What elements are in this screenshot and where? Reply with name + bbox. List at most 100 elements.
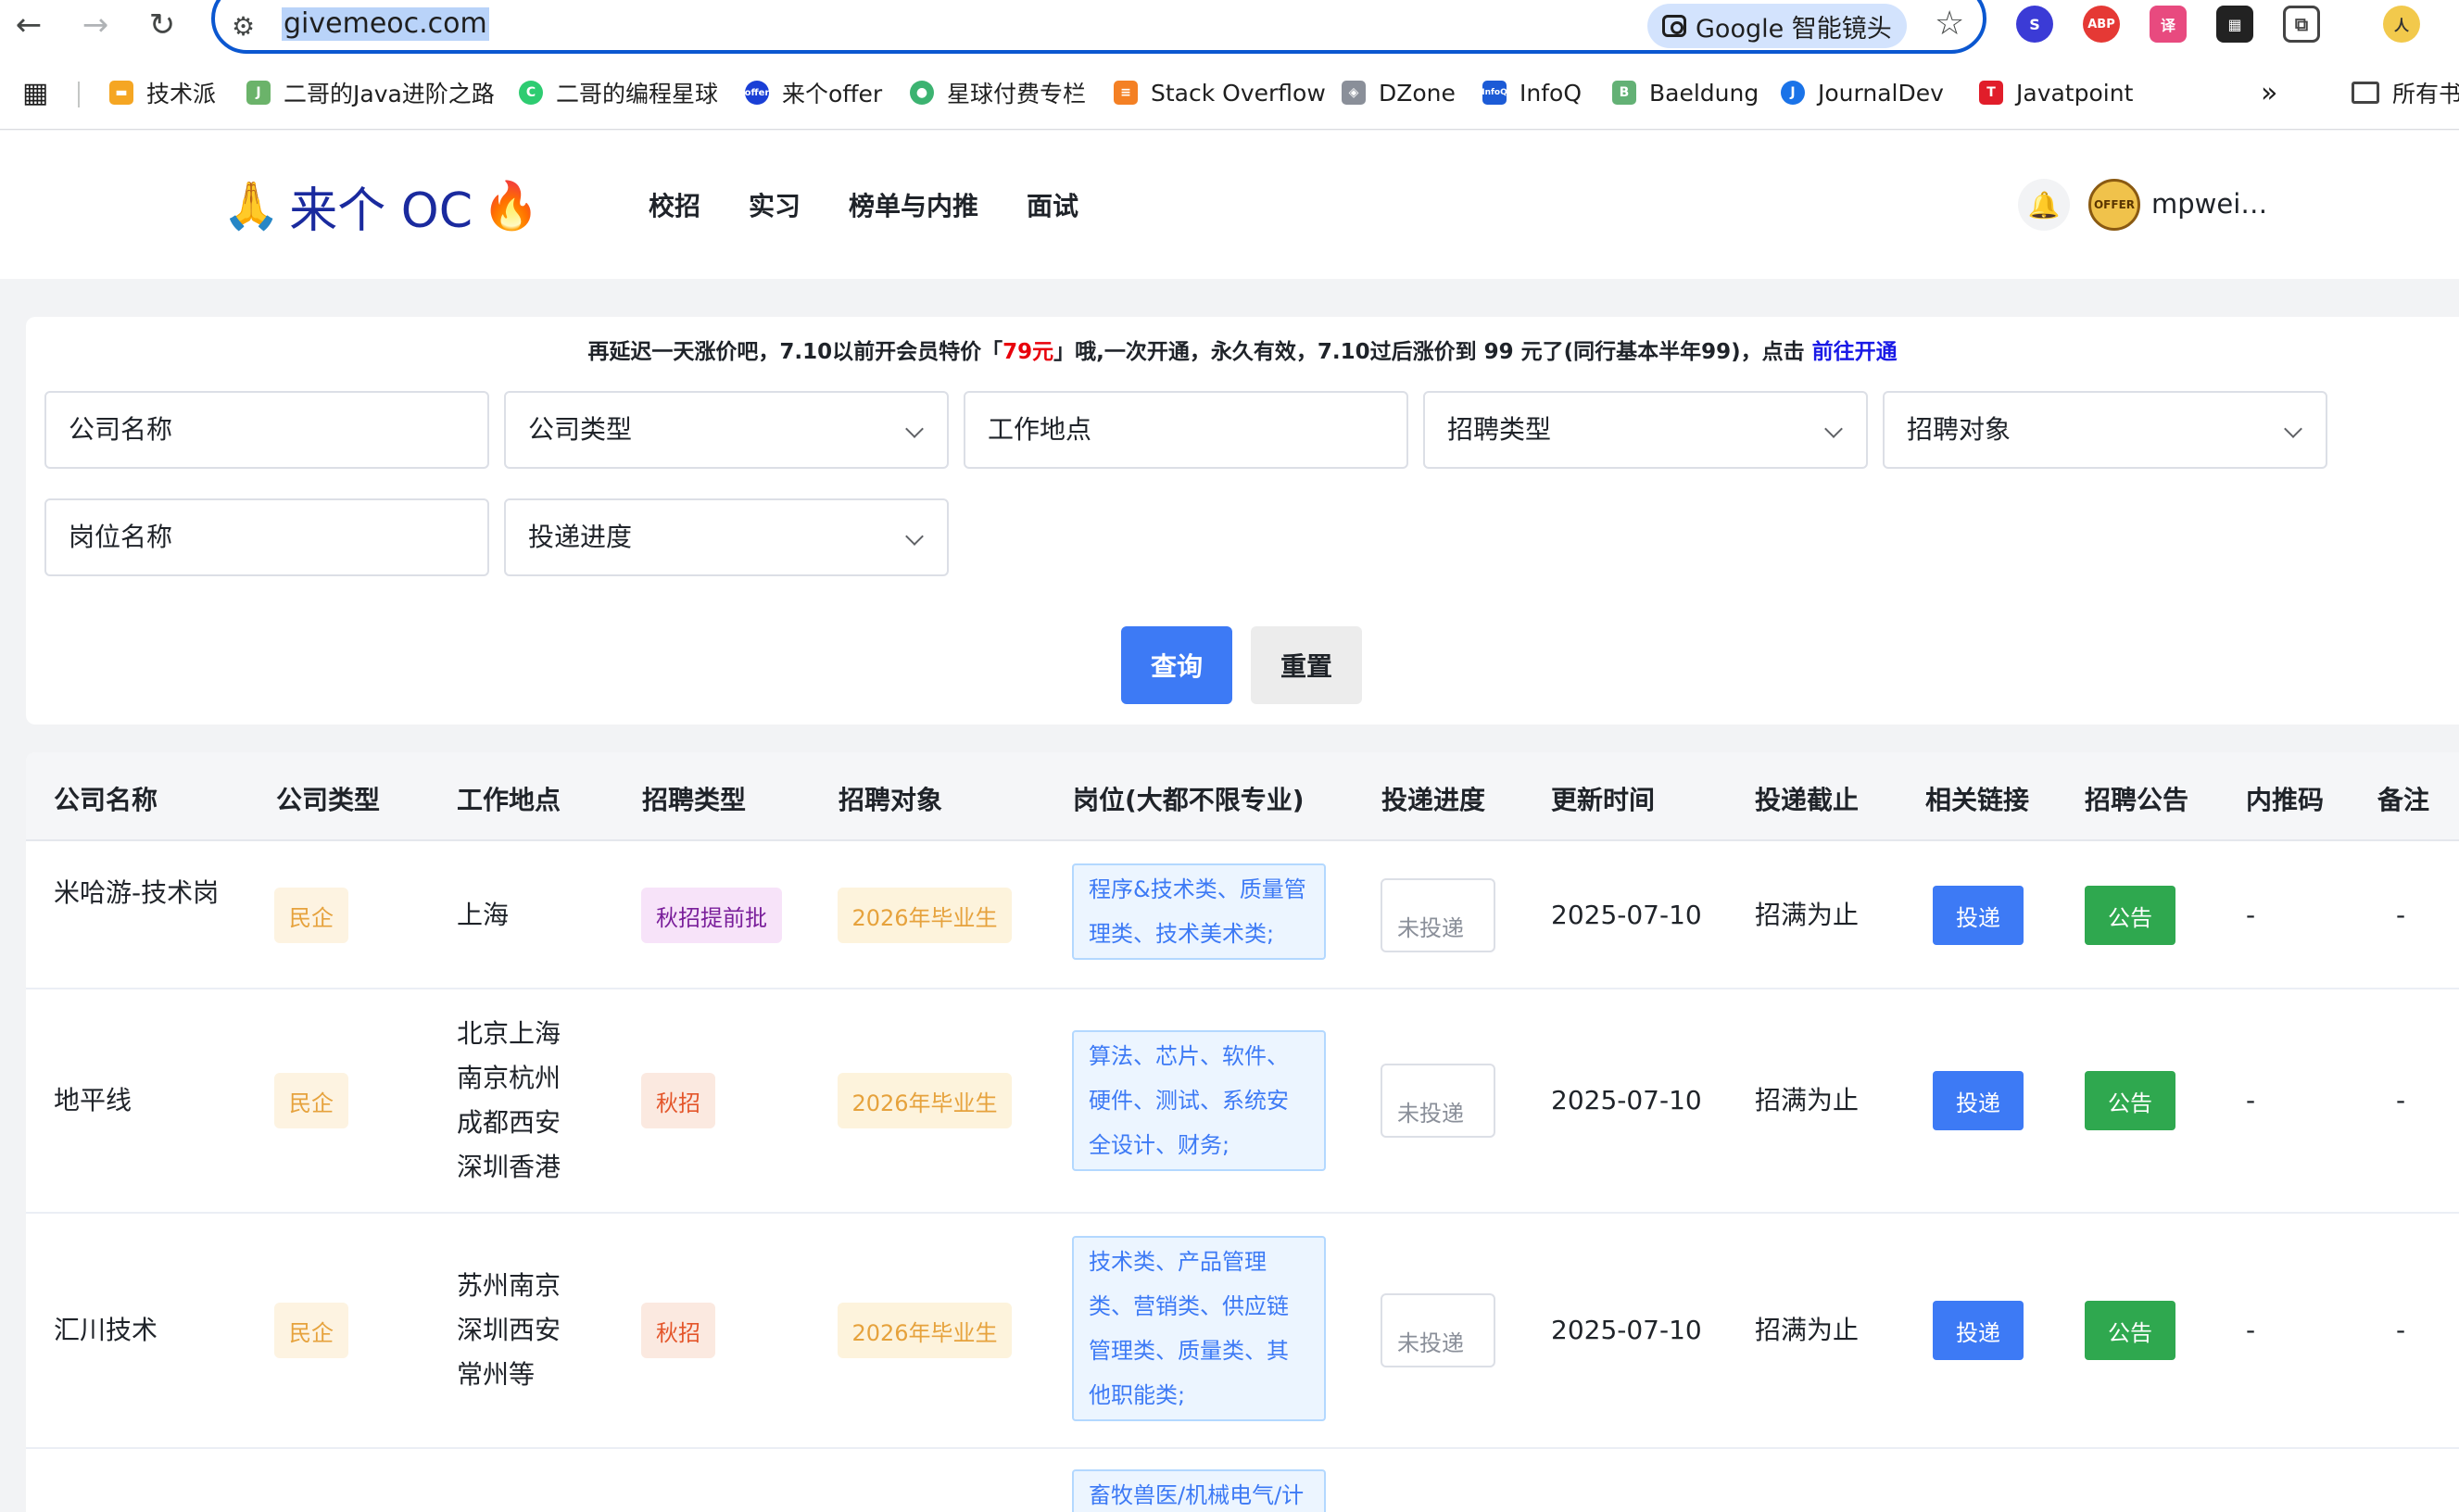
bookmark-item[interactable]: ≡ Stack Overflow (1114, 74, 1326, 111)
address-bar[interactable]: ⚙ givemeoc.com Google 智能镜头 ☆ (211, 0, 1986, 54)
referral-cell: - (2246, 1085, 2256, 1115)
company-type-tag: 民企 (274, 888, 348, 943)
location-cell: 苏州南京深圳西安常州等 (457, 1270, 561, 1390)
target-tag: 2026年毕业生 (838, 1073, 1012, 1128)
all-bookmarks-folder[interactable]: 所有书 (2352, 74, 2459, 111)
apply-button[interactable]: 投递 (1933, 1301, 2024, 1360)
referral-cell: - (2246, 900, 2256, 930)
site-header: 🙏 来个 OC 🔥 校招 实习 榜单与内推 面试 🔔 OFFER mpwei… (0, 131, 2459, 279)
col-type: 公司类型 (276, 785, 381, 815)
google-lens-chip[interactable]: Google 智能镜头 (1647, 4, 1907, 48)
apply-progress-select[interactable]: 投递进度 (504, 498, 949, 576)
lens-icon (1662, 15, 1686, 37)
bell-icon[interactable]: 🔔 (2018, 179, 2070, 231)
company-type-tag: 民企 (274, 1073, 348, 1128)
recruit-type-select[interactable]: 招聘类型 (1423, 391, 1868, 469)
bookmarks-divider (78, 82, 80, 107)
location-cell: 上海 (457, 900, 510, 930)
fire-icon: 🔥 (482, 178, 540, 233)
remark-cell: - (2396, 1085, 2406, 1115)
company-cell: 米哈游-技术岗 (54, 877, 220, 908)
adblock-icon[interactable]: ABP (2083, 6, 2120, 43)
bookmark-item[interactable]: T Javatpoint (1979, 74, 2133, 111)
target-tag: 2026年毕业生 (838, 1303, 1012, 1358)
work-location-input[interactable]: 工作地点 (964, 391, 1408, 469)
progress-field[interactable]: 未投递 (1381, 1293, 1495, 1367)
tab-manager-icon[interactable]: ▦ (2216, 6, 2253, 43)
bookmark-item[interactable]: ◈ DZone (1342, 74, 1456, 111)
promo-link[interactable]: 前往开通 (1812, 340, 1898, 364)
table-row: 汇川技术 民企 苏州南京深圳西安常州等 秋招 2026年毕业生 技术类、产品管理… (26, 1214, 2459, 1449)
company-cell: 汇川技术 (54, 1315, 158, 1345)
col-deadline: 投递截止 (1755, 785, 1860, 815)
progress-field[interactable]: 未投递 (1381, 878, 1495, 952)
col-notice: 招聘公告 (2085, 785, 2189, 815)
table-row: 地平线 民企 北京上海南京杭州成都西安深圳香港 秋招 2026年毕业生 算法、芯… (26, 989, 2459, 1214)
nav-interview[interactable]: 面试 (1027, 186, 1078, 223)
apply-button[interactable]: 投递 (1933, 1071, 2024, 1130)
bookmark-item[interactable]: ● 星球付费专栏 (910, 74, 1086, 111)
recruit-type-tag: 秋招提前批 (641, 888, 782, 943)
company-type-select[interactable]: 公司类型 (504, 391, 949, 469)
company-type-tag: 民企 (274, 1303, 348, 1358)
positions-box: 技术类、产品管理类、营销类、供应链管理类、质量类、其他职能类; (1072, 1236, 1326, 1421)
table-row: 米哈游-技术岗 民企 上海 秋招提前批 2026年毕业生 程序&技术类、质量管理… (26, 841, 2459, 989)
browser-toolbar: ← → ↻ ⚙ givemeoc.com Google 智能镜头 ☆ S ABP… (0, 0, 2459, 54)
position-name-input[interactable]: 岗位名称 (44, 498, 489, 576)
bookmark-star-icon[interactable]: ☆ (1935, 4, 1964, 44)
pray-icon: 🙏 (222, 178, 281, 233)
bookmark-item[interactable]: ▬ 技术派 (109, 74, 216, 111)
forward-icon[interactable]: → (74, 4, 117, 46)
notice-button[interactable]: 公告 (2085, 1071, 2175, 1130)
notice-button[interactable]: 公告 (2085, 886, 2175, 945)
col-recruit-type: 招聘类型 (642, 785, 747, 815)
recruit-type-tag: 秋招 (641, 1073, 715, 1128)
bookmarks-bar: ▦ ▬ 技术派 J 二哥的Java进阶之路 C 二哥的编程星球 offer 来个offe… (0, 69, 2459, 117)
notice-button[interactable]: 公告 (2085, 1301, 2175, 1360)
nav-campus[interactable]: 校招 (649, 186, 700, 223)
col-positions: 岗位(大都不限专业) (1073, 785, 1305, 815)
translate-icon[interactable]: 译 (2150, 6, 2187, 43)
table-header: 公司名称 公司类型 工作地点 招聘类型 招聘对象 岗位(大都不限专业) 投递进度… (26, 752, 2459, 841)
progress-field[interactable]: 未投递 (1381, 1064, 1495, 1138)
bookmark-item[interactable]: offer 来个offer (745, 74, 882, 111)
promo-price: 79元 (1003, 340, 1054, 364)
query-button[interactable]: 查询 (1121, 626, 1232, 704)
bookmark-item[interactable]: C 二哥的编程星球 (519, 74, 718, 111)
nav-internship[interactable]: 实习 (749, 186, 801, 223)
bookmark-item[interactable]: J 二哥的Java进阶之路 (246, 74, 495, 111)
apply-button[interactable]: 投递 (1933, 886, 2024, 945)
site-info-icon[interactable]: ⚙ (232, 11, 255, 42)
extension-icon[interactable]: S (2016, 6, 2053, 43)
reload-icon[interactable]: ↻ (141, 4, 183, 46)
company-name-input[interactable]: 公司名称 (44, 391, 489, 469)
bookmarks-overflow-icon[interactable]: » (2261, 74, 2277, 111)
positions-box: 程序&技术类、质量管理类、技术美术类; (1072, 863, 1326, 960)
col-referral: 内推码 (2246, 785, 2325, 815)
site-logo[interactable]: 🙏 来个 OC 🔥 (213, 175, 549, 239)
logo-text: 来个 OC (289, 183, 473, 239)
deadline-cell: 招满为止 (1755, 1085, 1860, 1115)
bookmark-item[interactable]: InfoQ InfoQ (1482, 74, 1582, 111)
bookmark-item[interactable]: J JournalDev (1781, 74, 1944, 111)
bookmark-item[interactable]: B Baeldung (1612, 74, 1759, 111)
avatar[interactable]: OFFER (2088, 179, 2140, 231)
browser-chrome: ← → ↻ ⚙ givemeoc.com Google 智能镜头 ☆ S ABP… (0, 0, 2459, 130)
reset-button[interactable]: 重置 (1251, 626, 1362, 704)
nav-rankings[interactable]: 榜单与内推 (849, 186, 978, 223)
filter-card: 再延迟一天涨价吧，7.10以前开会员特价「79元」哦,一次开通，永久有效，7.1… (26, 317, 2459, 724)
username[interactable]: mpwei… (2151, 188, 2267, 220)
company-cell: 地平线 (54, 1085, 132, 1115)
updated-cell: 2025-07-10 (1551, 1085, 1702, 1115)
promo-banner: 再延迟一天涨价吧，7.10以前开会员特价「79元」哦,一次开通，永久有效，7.1… (26, 334, 2459, 365)
col-updated: 更新时间 (1551, 785, 1656, 815)
lens-label: Google 智能镜头 (1696, 14, 1892, 44)
recruit-target-select[interactable]: 招聘对象 (1883, 391, 2327, 469)
url-text[interactable]: givemeoc.com (282, 7, 489, 41)
back-icon[interactable]: ← (7, 4, 50, 46)
main-nav: 校招 实习 榜单与内推 面试 (649, 186, 1078, 223)
extensions-puzzle-icon[interactable]: ⧉ (2283, 6, 2320, 43)
profile-avatar[interactable]: 人 (2383, 6, 2420, 43)
updated-cell: 2025-07-10 (1551, 1315, 1702, 1345)
apps-grid-icon[interactable]: ▦ (22, 74, 48, 111)
